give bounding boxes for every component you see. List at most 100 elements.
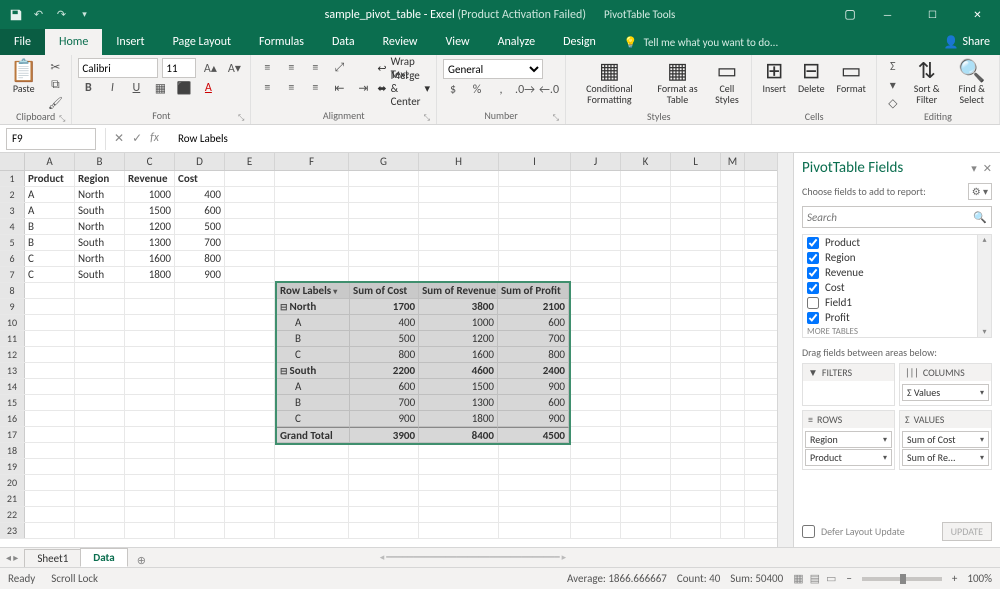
row-header[interactable]: 23 [0, 523, 25, 538]
font-name-input[interactable] [78, 58, 158, 78]
col-header[interactable]: L [671, 153, 721, 170]
cell[interactable] [275, 475, 349, 490]
comma-icon[interactable]: , [491, 82, 511, 98]
cell[interactable] [75, 315, 125, 330]
cell[interactable] [419, 523, 499, 538]
copy-icon[interactable]: ⧉ [45, 77, 65, 93]
cell[interactable] [721, 507, 745, 522]
cell[interactable] [275, 171, 349, 186]
field-checkbox-item[interactable]: Region [803, 250, 991, 265]
font-dialog-icon[interactable]: ⤡ [238, 112, 244, 124]
cell[interactable] [571, 219, 621, 234]
cell[interactable] [671, 331, 721, 346]
align-dialog-icon[interactable]: ⤡ [424, 112, 430, 124]
cell[interactable] [621, 363, 671, 378]
cell[interactable]: 700 [175, 235, 225, 250]
cell[interactable] [225, 171, 275, 186]
cell[interactable] [275, 523, 349, 538]
cell[interactable] [499, 459, 571, 474]
row-header[interactable]: 21 [0, 491, 25, 506]
cell[interactable] [571, 363, 621, 378]
cell[interactable] [225, 251, 275, 266]
col-header[interactable]: J [571, 153, 621, 170]
align-top-icon[interactable]: ≡ [257, 60, 277, 76]
cell[interactable] [175, 347, 225, 362]
cell[interactable] [125, 491, 175, 506]
cell[interactable] [175, 331, 225, 346]
row-header[interactable]: 8 [0, 283, 25, 298]
tab-view[interactable]: View [432, 29, 484, 55]
cell[interactable] [671, 187, 721, 202]
format-cells-button[interactable]: ▭Format [833, 57, 870, 111]
cell[interactable] [125, 427, 175, 442]
grow-font-icon[interactable]: A▴ [200, 60, 220, 76]
cell[interactable] [75, 475, 125, 490]
sort-filter-button[interactable]: ⇅Sort & Filter [907, 57, 947, 111]
tab-review[interactable]: Review [369, 29, 432, 55]
currency-icon[interactable]: $ [443, 82, 463, 98]
cell[interactable] [175, 299, 225, 314]
field-checkbox[interactable] [807, 252, 819, 264]
cell[interactable] [571, 379, 621, 394]
field-checkbox-list[interactable]: ▴▾ ProductRegionRevenueCostField1ProfitM… [802, 234, 992, 338]
row-header[interactable]: 10 [0, 315, 25, 330]
cell[interactable] [275, 443, 349, 458]
cell[interactable] [75, 411, 125, 426]
align-left-icon[interactable]: ≡ [257, 80, 277, 96]
tell-me-search[interactable]: 💡Tell me what you want to do... [624, 29, 778, 55]
cell[interactable]: North [75, 251, 125, 266]
cell[interactable] [225, 411, 275, 426]
cell[interactable] [225, 315, 275, 330]
cell[interactable] [419, 459, 499, 474]
cell[interactable] [571, 331, 621, 346]
update-button[interactable]: UPDATE [942, 522, 992, 541]
cell[interactable] [25, 491, 75, 506]
font-size-input[interactable] [162, 58, 196, 78]
fx-icon[interactable]: fx [150, 131, 165, 146]
share-button[interactable]: 👤Share [943, 29, 990, 55]
cell[interactable] [721, 283, 745, 298]
cell[interactable] [499, 171, 571, 186]
cell[interactable] [125, 379, 175, 394]
cell[interactable] [225, 379, 275, 394]
cell[interactable] [671, 379, 721, 394]
cell[interactable]: C [25, 267, 75, 282]
cell[interactable] [721, 171, 745, 186]
field-checkbox[interactable] [807, 267, 819, 279]
field-checkbox[interactable] [807, 237, 819, 249]
cell[interactable] [25, 283, 75, 298]
tab-analyze[interactable]: Analyze [484, 29, 550, 55]
row-header[interactable]: 3 [0, 203, 25, 218]
row-header[interactable]: 11 [0, 331, 25, 346]
cell[interactable] [225, 475, 275, 490]
cell[interactable] [571, 507, 621, 522]
tab-page-layout[interactable]: Page Layout [159, 29, 245, 55]
underline-button[interactable]: U [126, 80, 146, 96]
cell[interactable] [25, 443, 75, 458]
save-icon[interactable] [8, 7, 23, 22]
decrease-indent-icon[interactable]: ⇤ [329, 80, 349, 96]
cell[interactable] [225, 507, 275, 522]
cell[interactable]: 800 [175, 251, 225, 266]
fill-color-icon[interactable]: ⬛ [174, 80, 194, 96]
cell[interactable] [349, 459, 419, 474]
cell[interactable] [125, 395, 175, 410]
cell[interactable] [671, 299, 721, 314]
cell[interactable]: 400 [175, 187, 225, 202]
cell[interactable] [721, 331, 745, 346]
cell[interactable] [671, 523, 721, 538]
area-pill[interactable]: Product▾ [805, 449, 892, 466]
cell[interactable] [25, 299, 75, 314]
cell[interactable] [499, 475, 571, 490]
cell[interactable] [225, 395, 275, 410]
qat-custom-icon[interactable]: ▾ [77, 7, 92, 22]
cell[interactable] [275, 219, 349, 234]
col-header[interactable]: K [621, 153, 671, 170]
cell[interactable] [671, 219, 721, 234]
format-as-table-button[interactable]: ▦Format as Table [651, 57, 705, 111]
cell[interactable] [621, 315, 671, 330]
cell[interactable] [275, 459, 349, 474]
cell[interactable] [721, 363, 745, 378]
cell[interactable] [25, 427, 75, 442]
row-header[interactable]: 9 [0, 299, 25, 314]
